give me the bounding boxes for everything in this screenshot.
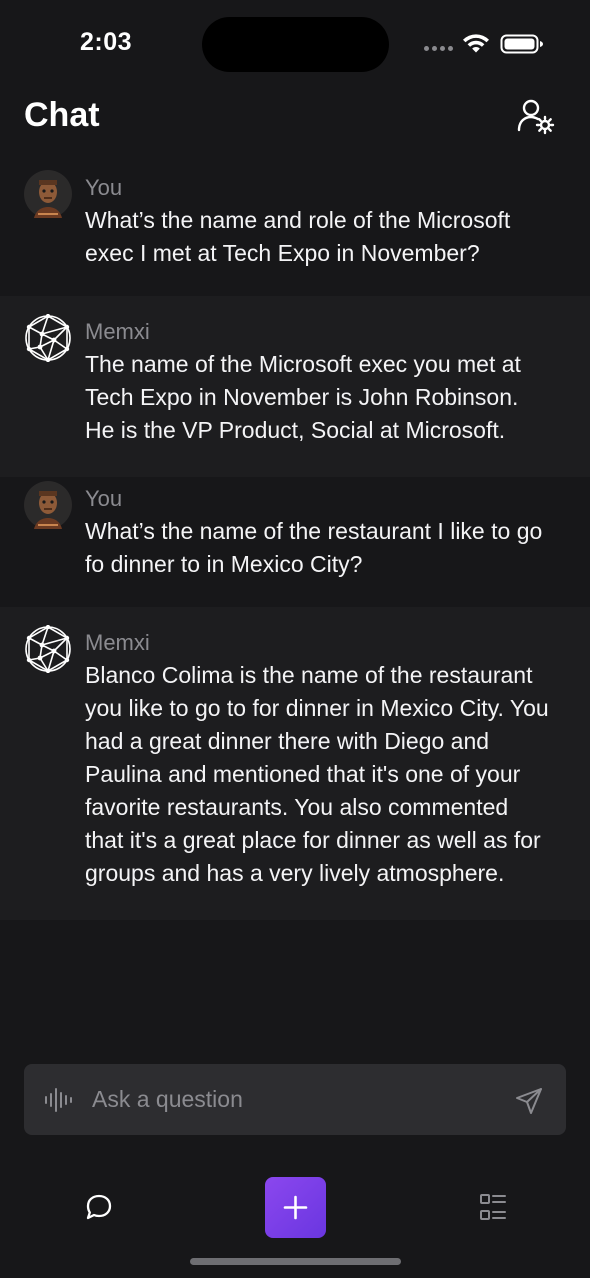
chat-list[interactable]: You What’s the name and role of the Micr…	[0, 166, 590, 920]
add-button[interactable]	[265, 1177, 326, 1238]
message-sender: Memxi	[85, 319, 150, 344]
user-settings-icon[interactable]	[516, 96, 556, 136]
header: Chat	[0, 88, 590, 166]
memxi-logo-icon	[25, 625, 71, 673]
question-input-bar	[24, 1064, 566, 1135]
message-text: What’s the name and role of the Microsof…	[85, 207, 511, 266]
message-text: Blanco Colima is the name of the restaur…	[85, 662, 549, 886]
question-input[interactable]	[92, 1064, 492, 1135]
status-bar: 2:03	[0, 0, 590, 88]
home-indicator	[190, 1258, 401, 1265]
message-sender: You	[85, 175, 123, 200]
list-icon[interactable]	[478, 1192, 508, 1222]
page-title: Chat	[24, 96, 100, 134]
battery-icon	[500, 34, 543, 54]
user-avatar	[24, 170, 72, 218]
dynamic-island	[202, 17, 389, 72]
wifi-icon	[463, 34, 489, 53]
message-sender: Memxi	[85, 630, 150, 655]
message-text: The name of the Microsoft exec you met a…	[85, 351, 521, 443]
chat-message-user: You What’s the name and role of the Micr…	[0, 166, 590, 296]
chat-message-assistant: Memxi The name of the Microsoft exec you…	[0, 296, 590, 477]
plus-icon	[283, 1195, 308, 1220]
chat-message-user: You What’s the name of the restaurant I …	[0, 477, 590, 607]
send-icon[interactable]	[514, 1086, 544, 1116]
chat-message-assistant: Memxi Blanco Colima is the name of the r…	[0, 607, 590, 920]
signal-icon	[424, 46, 453, 51]
message-text: What’s the name of the restaurant I like…	[85, 518, 543, 577]
waveform-icon[interactable]	[44, 1087, 74, 1113]
bottom-tab-bar	[0, 1160, 590, 1278]
user-avatar	[24, 481, 72, 529]
status-time: 2:03	[80, 28, 133, 56]
message-sender: You	[85, 486, 123, 511]
chat-bubble-icon[interactable]	[84, 1192, 114, 1222]
memxi-logo-icon	[25, 314, 71, 362]
